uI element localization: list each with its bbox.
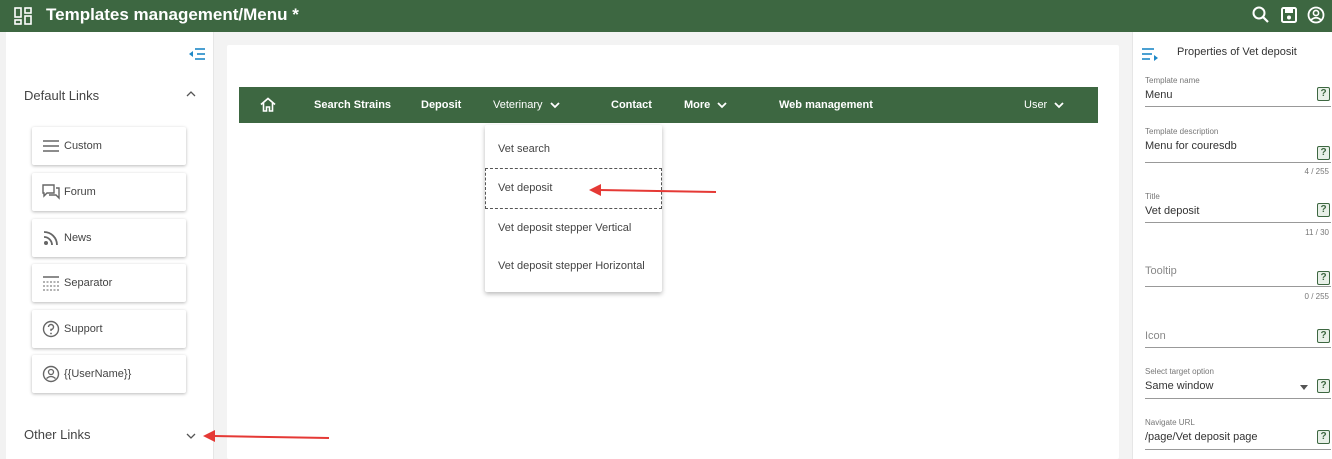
field-underline: [1145, 106, 1331, 107]
app-header: Templates management/Menu *: [0, 0, 1332, 32]
properties-list-icon[interactable]: [1141, 46, 1159, 62]
search-icon[interactable]: [1251, 5, 1271, 25]
menu-preview-bar: Search Strains Deposit Veterinary Contac…: [239, 87, 1098, 123]
help-icon[interactable]: ?: [1317, 203, 1330, 217]
icon-field[interactable]: Icon: [1145, 330, 1166, 342]
link-separator[interactable]: Separator: [32, 264, 186, 302]
help-icon[interactable]: ?: [1317, 146, 1330, 160]
help-icon[interactable]: ?: [1317, 329, 1330, 343]
properties-title: Properties of Vet deposit: [1177, 46, 1297, 58]
chevron-down-icon[interactable]: [717, 100, 727, 110]
template-description-label: Template description: [1145, 127, 1219, 136]
target-select[interactable]: Same window: [1145, 380, 1213, 392]
help-circle-icon: [42, 320, 60, 338]
dashboard-icon[interactable]: [14, 7, 32, 25]
annotation-arrow: [589, 184, 717, 196]
section-other-links[interactable]: Other Links: [24, 427, 90, 442]
title-label: Title: [1145, 192, 1160, 201]
field-underline: [1145, 347, 1331, 348]
link-palette-panel: Default Links Custom Forum News Separato…: [0, 32, 214, 459]
link-custom[interactable]: Custom: [32, 127, 186, 165]
rss-icon: [43, 231, 58, 246]
description-counter: 4 / 255: [1304, 167, 1329, 176]
dropdown-item-vet-search[interactable]: Vet search: [498, 143, 550, 155]
page-title: Templates management/Menu *: [46, 5, 299, 24]
chevron-down-icon[interactable]: [1054, 100, 1064, 110]
menu-item-web-management[interactable]: Web management: [779, 99, 873, 111]
link-label: Separator: [64, 277, 113, 289]
user-circle-icon: [42, 365, 60, 383]
dropdown-item-vet-deposit-stepper-horizontal[interactable]: Vet deposit stepper Horizontal: [498, 260, 645, 272]
title-field[interactable]: Vet deposit: [1145, 205, 1199, 217]
link-label: Support: [64, 323, 103, 335]
section-default-links[interactable]: Default Links: [24, 88, 99, 103]
link-label: News: [64, 232, 92, 244]
menu-item-more[interactable]: More: [684, 99, 710, 111]
tooltip-counter: 0 / 255: [1304, 292, 1329, 301]
help-icon[interactable]: ?: [1317, 379, 1330, 393]
navigate-url-field[interactable]: /page/Vet deposit page: [1145, 431, 1258, 443]
field-underline: [1145, 162, 1331, 163]
menu-item-user[interactable]: User: [1024, 99, 1047, 111]
menu-item-veterinary[interactable]: Veterinary: [493, 99, 543, 111]
title-counter: 11 / 30: [1305, 228, 1329, 237]
dropdown-item-vet-deposit[interactable]: Vet deposit: [498, 182, 552, 194]
left-edge-shade: [0, 32, 6, 459]
field-underline: [1145, 449, 1331, 450]
chevron-down-icon[interactable]: [550, 100, 560, 110]
link-support[interactable]: Support: [32, 310, 186, 348]
properties-panel: Properties of Vet deposit Template name …: [1132, 32, 1332, 459]
menu-item-contact[interactable]: Contact: [611, 99, 652, 111]
account-icon[interactable]: [1306, 5, 1326, 25]
link-label: {{UserName}}: [64, 368, 132, 380]
home-icon[interactable]: [260, 97, 276, 112]
field-underline: [1145, 398, 1331, 399]
help-icon[interactable]: ?: [1317, 87, 1330, 101]
link-label: Forum: [64, 186, 96, 198]
veterinary-dropdown: Vet search Vet deposit Vet deposit stepp…: [485, 125, 662, 292]
template-name-field[interactable]: Menu: [1145, 89, 1173, 101]
help-icon[interactable]: ?: [1317, 271, 1330, 285]
link-username[interactable]: {{UserName}}: [32, 355, 186, 393]
dropdown-item-vet-deposit-stepper-vertical[interactable]: Vet deposit stepper Vertical: [498, 222, 631, 234]
chevron-down-icon[interactable]: [184, 429, 198, 443]
field-underline: [1145, 222, 1331, 223]
collapse-panel-icon[interactable]: [187, 46, 207, 62]
annotation-arrow: [203, 430, 330, 442]
navigate-url-label: Navigate URL: [1145, 418, 1195, 427]
field-underline: [1145, 286, 1331, 287]
help-icon[interactable]: ?: [1317, 430, 1330, 444]
dropdown-caret-icon[interactable]: [1300, 385, 1308, 390]
lines-icon: [43, 140, 59, 152]
separator-icon: [43, 276, 59, 291]
link-label: Custom: [64, 140, 102, 152]
tooltip-field[interactable]: Tooltip: [1145, 265, 1177, 277]
template-description-field[interactable]: Menu for couresdb: [1145, 140, 1237, 152]
menu-item-deposit[interactable]: Deposit: [421, 99, 461, 111]
target-select-label: Select target option: [1145, 367, 1214, 376]
chevron-up-icon[interactable]: [184, 87, 198, 101]
forum-icon: [42, 184, 60, 200]
link-news[interactable]: News: [32, 219, 186, 257]
menu-item-search-strains[interactable]: Search Strains: [314, 99, 391, 111]
template-name-label: Template name: [1145, 76, 1200, 85]
save-icon[interactable]: [1279, 5, 1299, 25]
link-forum[interactable]: Forum: [32, 173, 186, 211]
